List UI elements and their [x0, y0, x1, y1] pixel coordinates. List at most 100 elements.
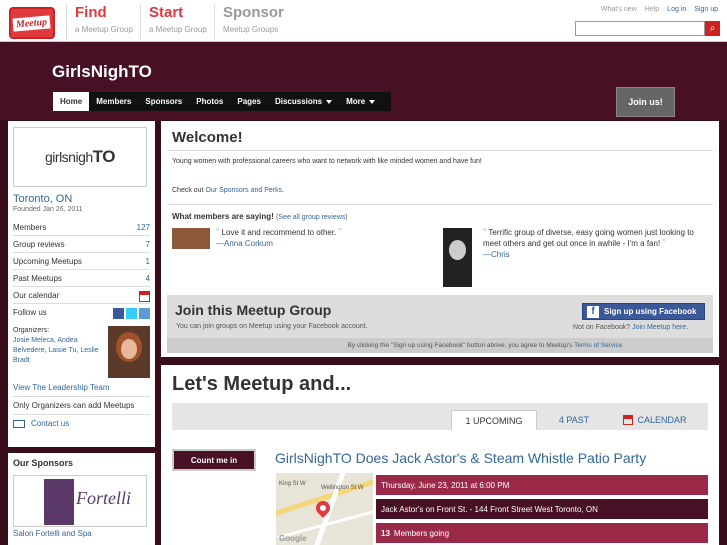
tab-pages[interactable]: Pages	[230, 92, 268, 111]
event-title-link[interactable]: GirlsNighTO Does Jack Astor's & Steam Wh…	[275, 450, 646, 466]
join-meetup-here-link[interactable]: Join Meetup here.	[632, 324, 688, 331]
facebook-icon[interactable]	[113, 308, 124, 319]
fb-button-label: Sign up using Facebook	[604, 307, 697, 316]
start-subtitle: a Meetup Group	[149, 25, 207, 34]
leadership-team-link[interactable]: View The Leadership Team	[13, 383, 150, 397]
sponsors-panel: Our Sponsors Fortelli Salon Fortelli and…	[8, 453, 155, 545]
group-tabs: Home Members Sponsors Photos Pages Discu…	[53, 92, 391, 111]
find-link[interactable]: Find a Meetup Group	[66, 4, 133, 40]
group-title[interactable]: GirlsNighTO	[52, 62, 152, 82]
organizers-label: Organizers:	[13, 327, 50, 334]
chevron-down-icon	[326, 99, 333, 104]
tab-calendar-label: CALENDAR	[637, 415, 687, 425]
start-link[interactable]: Start a Meetup Group	[140, 4, 207, 40]
logo-text: Meetup	[12, 14, 52, 32]
checkout-prefix: Check out	[172, 187, 206, 194]
join-us-button[interactable]: Join us!	[616, 87, 675, 117]
social-icons	[113, 308, 150, 319]
stat-past[interactable]: Past Meetups 4	[13, 270, 150, 287]
tab-upcoming[interactable]: 1 UPCOMING	[451, 410, 537, 430]
quote-close-icon: ”	[338, 227, 342, 238]
saying-title: What members are saying!	[172, 212, 274, 221]
facebook-signup-button[interactable]: f Sign up using Facebook	[582, 303, 705, 320]
search-input[interactable]	[575, 21, 705, 36]
stat-label: Past Meetups	[13, 274, 62, 283]
contact-us-link[interactable]: Contact us	[13, 419, 150, 428]
tab-past[interactable]: 4 PAST	[544, 410, 604, 430]
google-logo: Google	[279, 534, 307, 543]
tos-link[interactable]: Terms of Service	[574, 342, 622, 349]
sponsor-title: Sponsor	[223, 4, 284, 21]
linkedin-icon[interactable]	[139, 308, 150, 319]
calendar-label: Our calendar	[13, 291, 60, 300]
twitter-icon[interactable]	[126, 308, 137, 319]
sponsor-brand: Fortelli	[76, 488, 131, 508]
sponsor-subtitle: Meetup Groups	[223, 25, 279, 34]
find-subtitle: a Meetup Group	[75, 25, 133, 34]
event-attendance[interactable]: 13 Members going	[376, 523, 708, 543]
meetup-logo[interactable]: Meetup	[9, 7, 55, 39]
event-date: Thursday, June 23, 2011 at 6:00 PM	[376, 475, 708, 495]
meetup-tabs: 1 UPCOMING 4 PAST CALENDAR	[172, 403, 708, 430]
tab-home[interactable]: Home	[53, 92, 90, 111]
reviewer-photo[interactable]	[172, 228, 210, 249]
search-button[interactable]: ⌕	[705, 21, 720, 36]
sponsors-perks-link[interactable]: Our Sponsors and Perks.	[205, 187, 284, 194]
not-fb-text: Not on Facebook?	[573, 324, 631, 331]
count-me-in-button[interactable]: Count me in	[172, 449, 256, 471]
event-map[interactable]: Wellington St W King St W Google	[276, 473, 373, 545]
organizers-block: Organizers: Josie Meleca, Andea Belveder…	[13, 326, 150, 378]
tab-discussions[interactable]: Discussions	[268, 92, 339, 111]
stat-group-reviews[interactable]: Group reviews 7	[13, 236, 150, 253]
see-all-reviews-link[interactable]: (See all group reviews)	[276, 214, 348, 221]
find-title: Find	[75, 4, 107, 21]
sponsor-link[interactable]: Sponsor Meetup Groups	[214, 4, 284, 40]
group-city[interactable]: Toronto, ON	[13, 193, 155, 205]
review-text: Love it and recommend to other.	[221, 228, 337, 237]
start-title: Start	[149, 4, 184, 21]
calendar-icon	[623, 415, 634, 425]
stat-upcoming[interactable]: Upcoming Meetups 1	[13, 253, 150, 270]
organizer-photo[interactable]	[107, 326, 150, 378]
tab-sponsors[interactable]: Sponsors	[138, 92, 189, 111]
stat-members[interactable]: Members 127	[13, 219, 150, 236]
sponsor-photo	[44, 479, 74, 525]
tab-members[interactable]: Members	[89, 92, 138, 111]
sponsor-name-link[interactable]: Salon Fortelli and Spa	[13, 529, 155, 538]
stat-value: 4	[145, 274, 150, 283]
whats-new-link[interactable]: What's new	[601, 6, 637, 13]
sponsor-image[interactable]: Fortelli	[13, 475, 147, 527]
our-calendar[interactable]: Our calendar	[13, 287, 150, 304]
login-link[interactable]: Log in	[667, 6, 686, 13]
tab-calendar[interactable]: CALENDAR	[612, 410, 698, 430]
search-icon: ⌕	[709, 23, 716, 34]
group-logo[interactable]: girlsnigh TO	[13, 127, 147, 187]
contact-label: Contact us	[31, 419, 70, 428]
event-location[interactable]: Jack Astor's on Front St. - 144 Front St…	[376, 499, 708, 519]
sponsors-heading: Our Sponsors	[13, 458, 74, 468]
organizers-names[interactable]: Josie Meleca, Andea Belvedere, Laisie Tu…	[13, 336, 106, 366]
utility-links: What's new Help Log in Sign up	[601, 6, 718, 13]
divider	[167, 204, 713, 205]
tab-more[interactable]: More	[339, 92, 382, 111]
tos-text: By clicking the "Sign up using Facebook"…	[347, 342, 573, 349]
tos-line: By clicking the "Sign up using Facebook"…	[167, 338, 713, 353]
tab-photos[interactable]: Photos	[189, 92, 230, 111]
join-heading: Join this Meetup Group	[175, 302, 332, 318]
help-link[interactable]: Help	[645, 6, 659, 13]
main-panel: Welcome! Young women with professional c…	[161, 121, 719, 357]
checkout-line: Check out Our Sponsors and Perks.	[172, 187, 284, 194]
facebook-icon: f	[587, 305, 599, 318]
reviewer-photo[interactable]	[443, 228, 472, 287]
only-organizers-note: Only Organizers can add Meetups	[13, 401, 150, 415]
review-author[interactable]: —Anna Corkum	[216, 239, 273, 248]
stat-label: Members	[13, 223, 47, 232]
meetups-heading: Let's Meetup and...	[172, 373, 352, 395]
group-description: Young women with professional careers wh…	[172, 158, 482, 165]
review-quote: “ Terrific group of diverse, easy going …	[483, 227, 713, 260]
signup-link[interactable]: Sign up	[694, 6, 718, 13]
quote-close-icon: ”	[662, 238, 666, 249]
review-quote: “ Love it and recommend to other. ” —Ann…	[216, 227, 416, 249]
founded-date: Founded Jan 26, 2011	[13, 206, 83, 213]
review-author[interactable]: —Chris	[483, 250, 510, 259]
